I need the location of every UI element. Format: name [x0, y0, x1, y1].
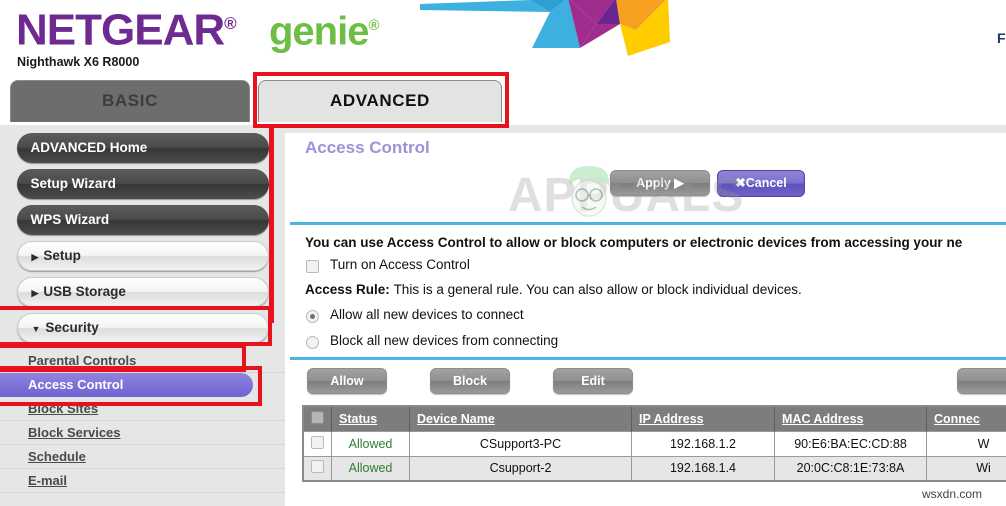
column-header-device-name[interactable]: Device Name	[409, 406, 632, 431]
cell-ip-address: 192.168.1.4	[631, 455, 775, 481]
column-header-connection-type[interactable]: Connec	[926, 406, 1006, 431]
appuals-mascot-icon	[569, 166, 609, 217]
genie-wordmark: genie	[269, 9, 369, 54]
edit-button[interactable]: Edit	[553, 368, 633, 394]
cell-mac-address: 90:E6:BA:EC:CD:88	[774, 430, 927, 456]
cell-connection-type: Wi	[926, 455, 1006, 481]
annotation-box-advanced-tab	[253, 72, 509, 128]
column-label: Status	[339, 411, 378, 426]
registered-mark-icon: ®	[224, 14, 236, 33]
radio-allow-all-label: Allow all new devices to connect	[330, 307, 524, 322]
annotation-box-security	[0, 306, 272, 346]
sidebar-group-usb-storage[interactable]: ▶ USB Storage	[16, 277, 269, 307]
sidebar-group-label: Setup	[43, 248, 81, 263]
main-content-panel: Access Control Apply ▶ ✖Cancel You can u…	[285, 125, 1006, 506]
sidebar-item-advanced-home[interactable]: ADVANCED Home	[16, 133, 269, 163]
radio-block-all-new-devices[interactable]	[306, 336, 319, 349]
sidebar-item-label: E-mail	[28, 473, 68, 488]
row-select-cell[interactable]	[303, 430, 332, 456]
column-label: Device Name	[417, 411, 495, 426]
column-header-mac-address[interactable]: MAC Address	[774, 406, 927, 431]
access-rule-label: Access Rule:	[305, 282, 390, 297]
column-header-status[interactable]: Status	[331, 406, 410, 431]
access-rule-text: This is a general rule. You can also all…	[393, 282, 802, 297]
sidebar-item-label: Setup Wizard	[30, 176, 116, 191]
access-control-device-table: Status Device Name IP Address MAC Addres…	[302, 405, 1006, 482]
cell-connection-type: W	[926, 430, 1006, 456]
arrow-right-icon: ▶	[674, 176, 684, 190]
router-admin-page: NETGEAR® genie® Nighthawk X6 R8000 F BAS…	[0, 0, 1006, 506]
turn-on-access-control-checkbox[interactable]	[306, 260, 319, 273]
radio-block-all-label: Block all new devices from connecting	[330, 333, 559, 348]
sidebar-item-label: Schedule	[28, 449, 86, 464]
cancel-label: Cancel	[745, 176, 787, 190]
apply-button[interactable]: Apply ▶	[610, 170, 710, 196]
cell-device-name: CSupport3-PC	[409, 430, 632, 456]
cancel-button[interactable]: ✖Cancel	[717, 170, 805, 197]
select-all-checkbox[interactable]	[311, 410, 324, 424]
table-row[interactable]: Allowed CSupport3-PC 192.168.1.2 90:E6:B…	[303, 430, 1006, 456]
row-select-cell[interactable]	[303, 455, 332, 481]
column-label: IP Address	[639, 411, 704, 426]
genie-registered-mark-icon: ®	[368, 17, 379, 34]
divider-top	[290, 222, 1006, 225]
turn-on-access-control-label: Turn on Access Control	[330, 257, 470, 272]
sidebar-item-setup-wizard[interactable]: Setup Wizard	[16, 169, 269, 199]
row-checkbox[interactable]	[311, 460, 324, 474]
column-label: MAC Address	[782, 411, 864, 426]
decorative-polygon-graphic	[420, 0, 670, 56]
annotation-connector-vertical	[269, 128, 274, 323]
annotation-box-access-control	[0, 366, 262, 406]
source-watermark: wsxdn.com	[922, 487, 983, 501]
brand-header: NETGEAR® genie® Nighthawk X6 R8000 F	[0, 0, 1006, 75]
chevron-right-icon: ▶	[31, 288, 39, 298]
allow-button[interactable]: Allow	[307, 368, 387, 394]
sidebar-item-label: WPS Wizard	[30, 212, 110, 227]
netgear-wordmark: NETGEAR	[16, 5, 225, 55]
close-icon: ✖	[735, 176, 746, 190]
access-control-description: You can use Access Control to allow or b…	[305, 235, 963, 250]
cell-ip-address: 192.168.1.2	[631, 430, 775, 456]
row-checkbox[interactable]	[311, 435, 324, 449]
sidebar-item-block-services[interactable]: Block Services	[0, 421, 285, 445]
table-row[interactable]: Allowed Csupport-2 192.168.1.4 20:0C:C8:…	[303, 455, 1006, 481]
sidebar-item-e-mail[interactable]: E-mail	[0, 469, 285, 493]
cell-status: Allowed	[331, 430, 410, 456]
tab-basic[interactable]: BASIC	[10, 80, 250, 122]
table-header-row: Status Device Name IP Address MAC Addres…	[303, 406, 1006, 431]
cell-device-name: Csupport-2	[409, 455, 632, 481]
sidebar-item-wps-wizard[interactable]: WPS Wizard	[16, 205, 269, 235]
router-model-label: Nighthawk X6 R8000	[17, 55, 140, 69]
refresh-button[interactable]	[957, 368, 1006, 394]
corner-cut-label: F	[997, 30, 1006, 46]
block-button[interactable]: Block	[430, 368, 510, 394]
sidebar-item-label: Block Services	[28, 425, 121, 440]
column-header-ip-address[interactable]: IP Address	[631, 406, 775, 431]
genie-logo: genie®	[269, 4, 380, 54]
netgear-logo: NETGEAR®	[16, 0, 237, 55]
apply-label: Apply	[636, 176, 671, 190]
chevron-right-icon: ▶	[31, 252, 39, 262]
divider-bottom	[290, 357, 1006, 360]
radio-allow-all-new-devices[interactable]	[306, 310, 319, 323]
column-label: Connec	[934, 411, 980, 426]
sidebar-item-schedule[interactable]: Schedule	[0, 445, 285, 469]
cell-mac-address: 20:0C:C8:1E:73:8A	[774, 455, 927, 481]
page-title: Access Control	[305, 138, 430, 157]
cell-status: Allowed	[331, 455, 410, 481]
access-rule-heading: Access Rule: This is a general rule. You…	[305, 282, 802, 297]
sidebar-group-setup[interactable]: ▶ Setup	[16, 241, 269, 271]
sidebar-group-label: USB Storage	[43, 284, 126, 299]
sidebar-item-label: ADVANCED Home	[30, 140, 148, 155]
select-all-header[interactable]	[303, 406, 332, 431]
